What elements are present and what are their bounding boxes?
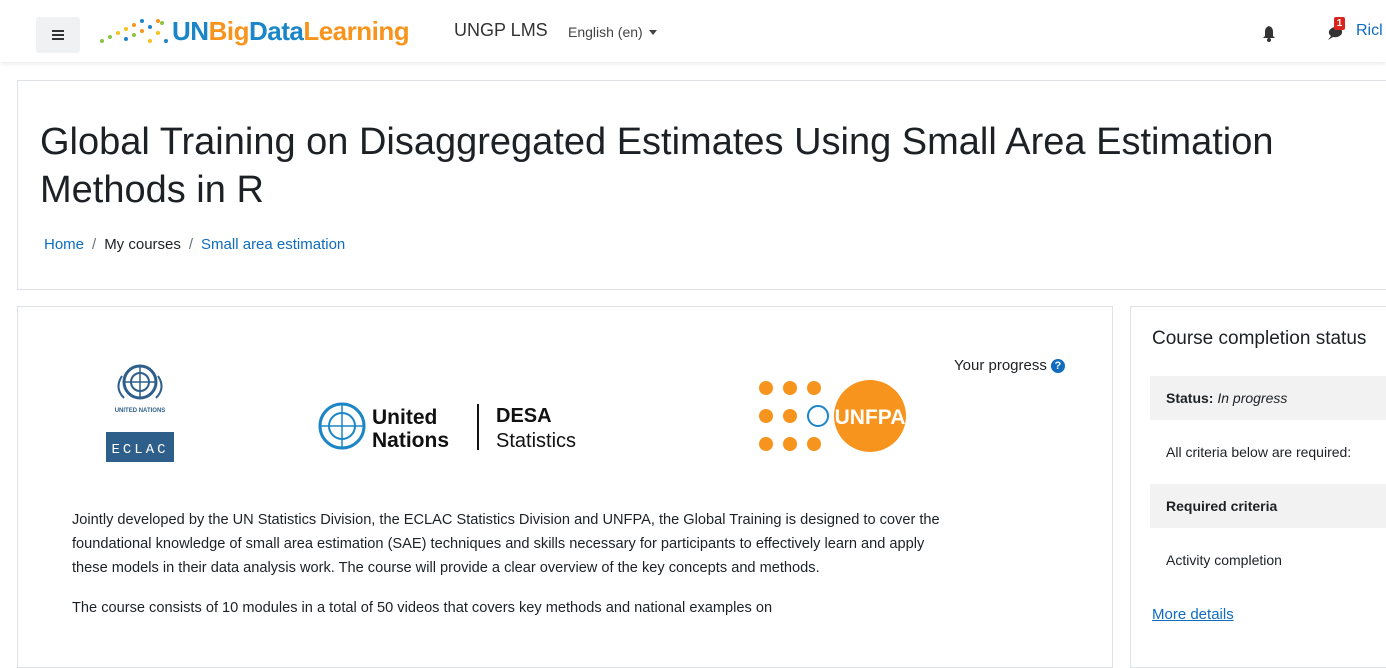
criteria-note-row: All criteria below are required: (1150, 430, 1386, 474)
status-row: Status: In progress (1150, 376, 1386, 420)
progress-label: Your progress (954, 357, 1047, 374)
language-label: English (en) (568, 24, 643, 40)
site-name: UNGP LMS (454, 20, 548, 40)
description-paragraph: The course consists of 10 modules in a t… (72, 600, 773, 616)
brand-learning: Learning (303, 16, 410, 46)
criterion-row: Activity completion (1150, 538, 1386, 582)
breadcrumb-my-courses: My courses (104, 236, 181, 253)
more-details-link[interactable]: More details (1152, 606, 1234, 623)
brand-un: UN (172, 16, 209, 46)
site-logo[interactable]: UN Big Data Learning (100, 13, 410, 49)
logo-dots (100, 17, 172, 45)
status-label: Status: (1166, 390, 1214, 406)
required-criteria-header: Required criteria (1150, 484, 1386, 528)
breadcrumb: Home / My courses / Small area estimatio… (44, 236, 345, 253)
criterion-label: Activity completion (1166, 552, 1282, 568)
breadcrumb-separator: / (188, 236, 194, 253)
eclac-name: ECLAC (111, 442, 168, 458)
caret-down-icon (648, 29, 657, 35)
description-paragraph: Jointly developed by the UN Statistics D… (72, 512, 940, 576)
your-progress: Your progress ? (954, 357, 1065, 374)
unfpa-logo: UNFPA (759, 380, 906, 452)
breadcrumb-separator: / (92, 236, 97, 253)
breadcrumb-home[interactable]: Home (44, 236, 84, 253)
bell-icon[interactable] (1262, 26, 1276, 42)
message-count-badge: 1 (1334, 17, 1345, 30)
brand-data: Data (248, 16, 304, 46)
unfpa-wordmark: UNFPA (835, 406, 906, 429)
top-navbar: UN Big Data Learning UNGP LMS English (e… (0, 0, 1386, 62)
un-line2: Nations (372, 429, 449, 452)
page-title: Global Training on Disaggregated Estimat… (40, 121, 1274, 211)
course-description: Jointly developed by the UN Statistics D… (72, 508, 942, 636)
language-menu[interactable]: English (en) (568, 24, 657, 40)
desa-line2: Statistics (496, 430, 576, 452)
user-menu[interactable]: Ricl (1356, 22, 1383, 40)
eclac-caption: UNITED NATIONS (115, 408, 166, 414)
required-criteria-label: Required criteria (1166, 498, 1278, 514)
desa-line1: DESA (496, 405, 552, 427)
completion-status-title: Course completion status (1152, 328, 1367, 349)
breadcrumb-course[interactable]: Small area estimation (201, 236, 345, 253)
hamburger-icon[interactable] (36, 17, 80, 53)
un-line1: United (372, 406, 437, 429)
status-value: In progress (1217, 390, 1288, 406)
brand-big: Big (208, 16, 250, 46)
un-desa-logo: United Nations DESA Statistics (318, 402, 576, 452)
criteria-note: All criteria below are required: (1166, 444, 1352, 460)
help-icon[interactable]: ? (1050, 358, 1065, 373)
eclac-logo: UNITED NATIONS ECLAC (106, 364, 174, 462)
